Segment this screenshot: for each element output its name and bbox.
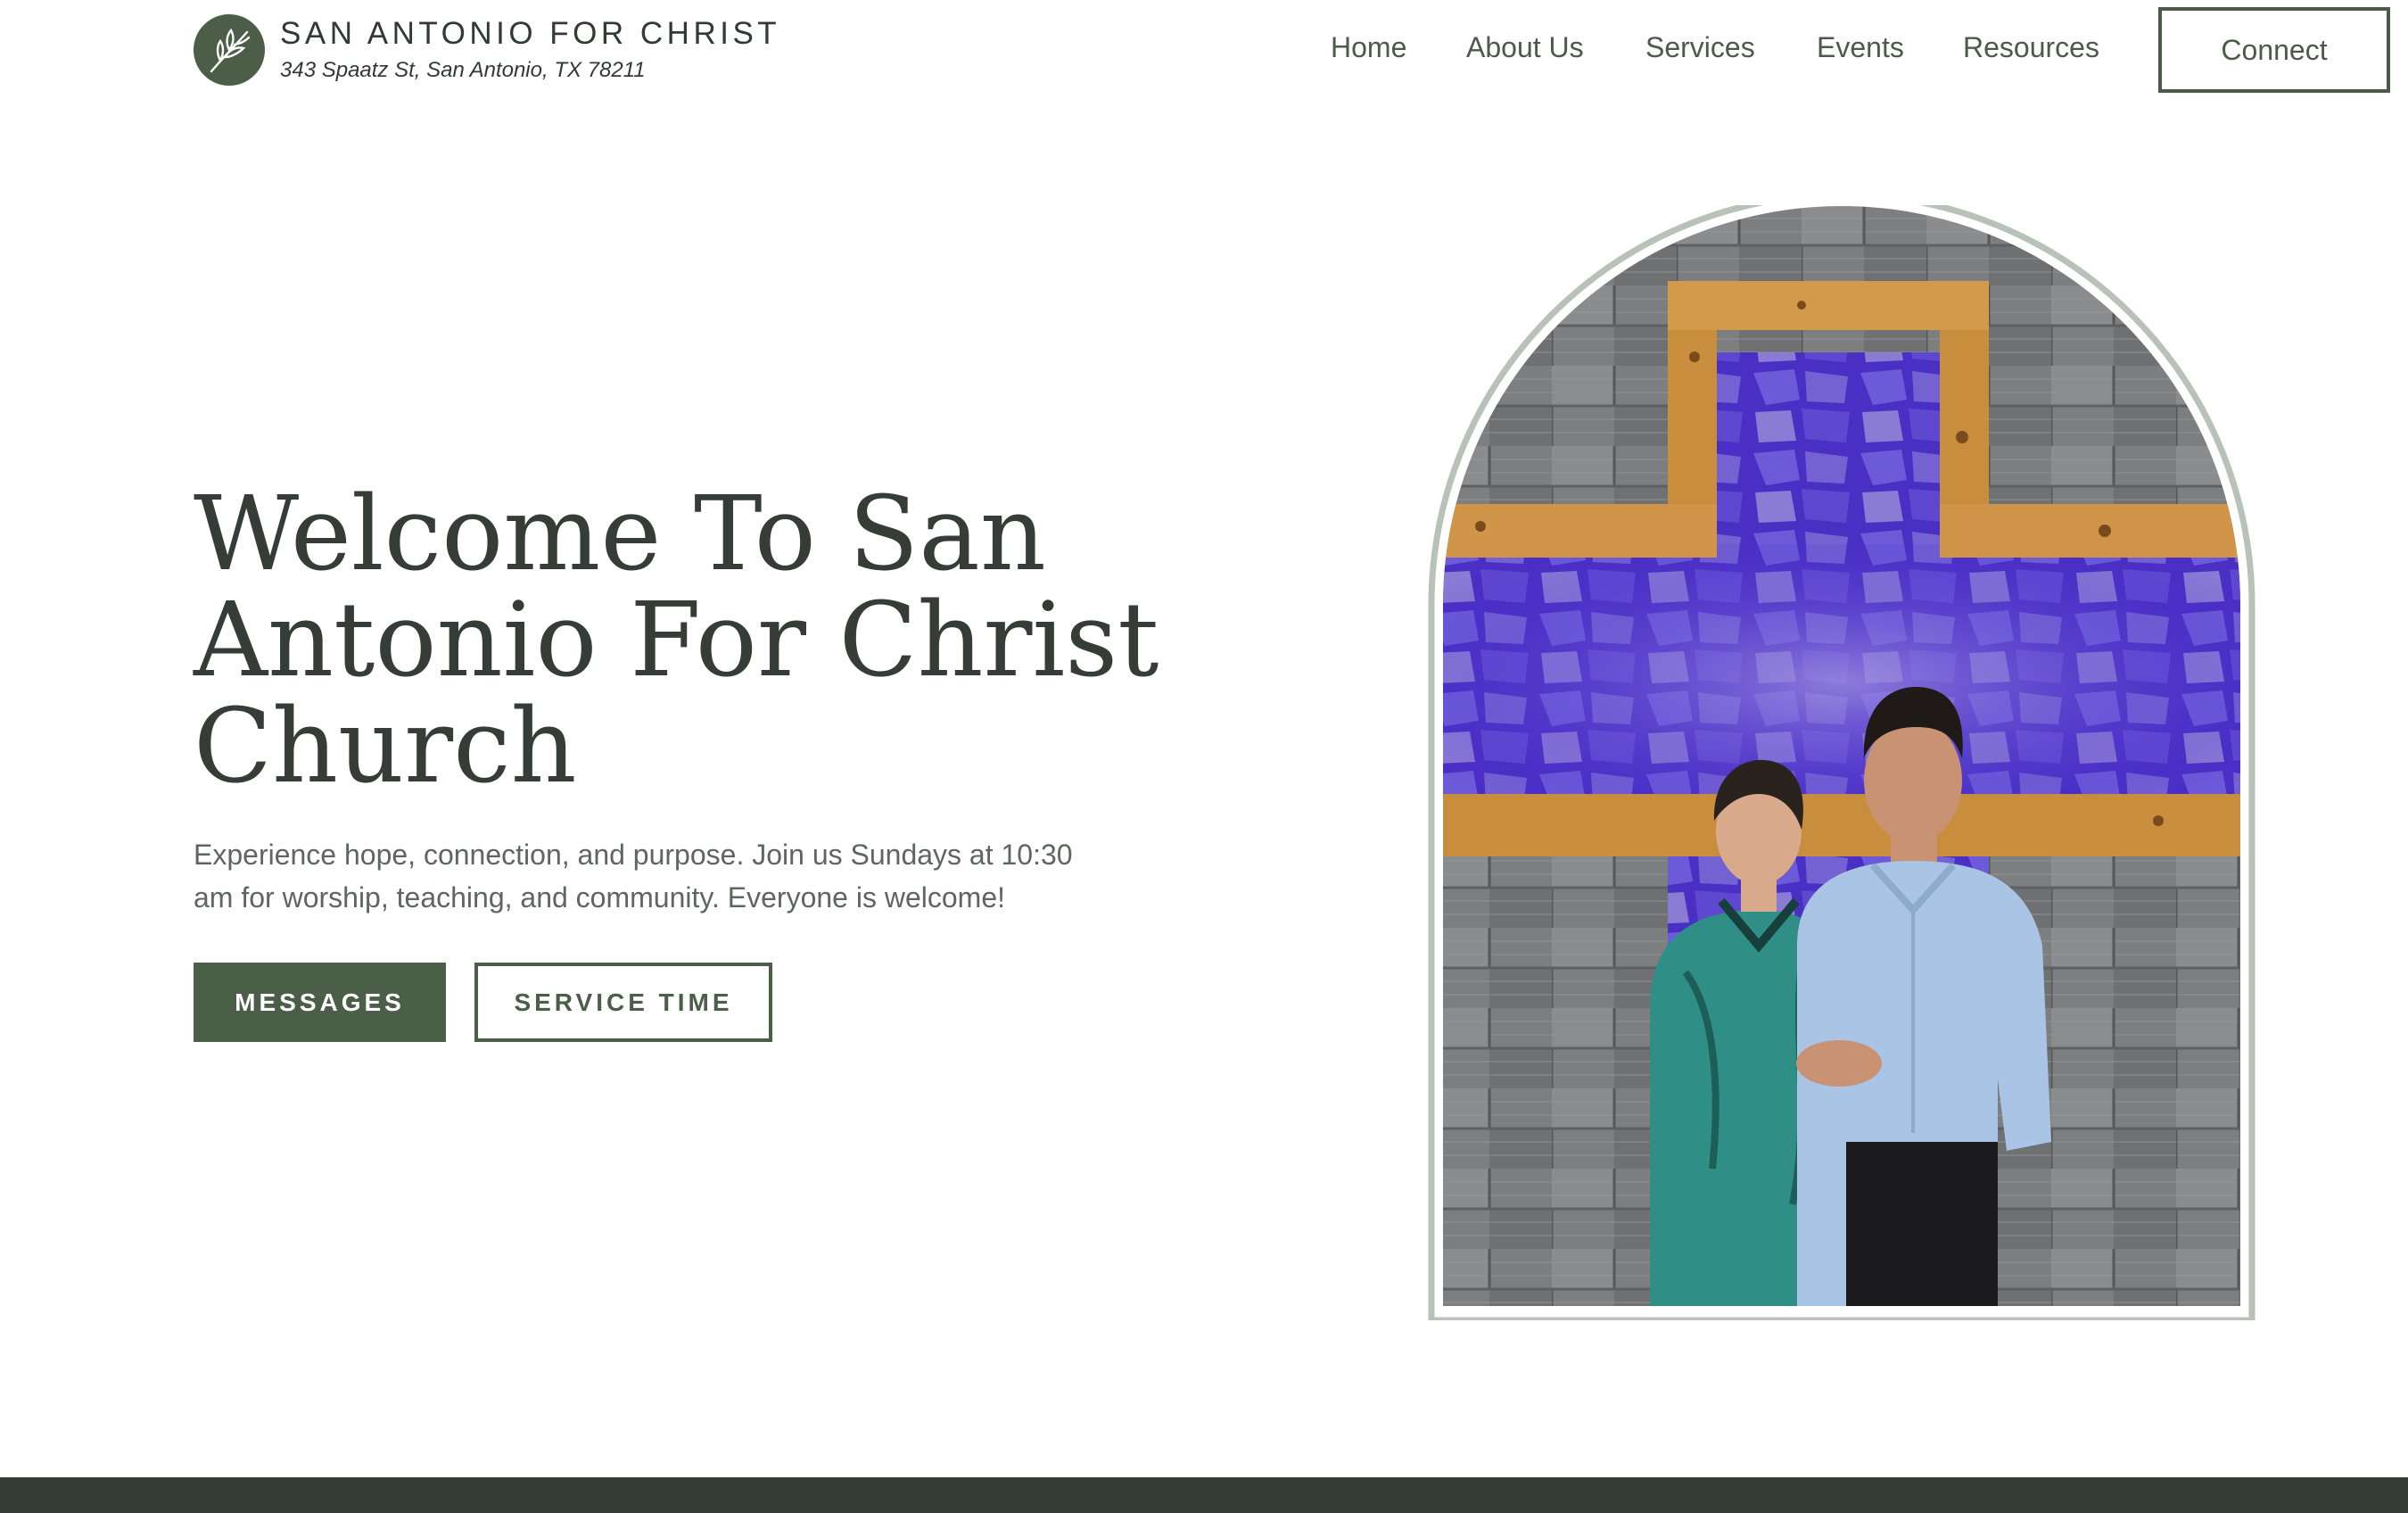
hero-photo xyxy=(1428,205,2255,1320)
service-time-button[interactable]: SERVICE TIME xyxy=(474,963,772,1042)
nav-about-us[interactable]: About Us xyxy=(1466,31,1584,64)
brand-name[interactable]: SAN ANTONIO FOR CHRIST xyxy=(280,16,780,52)
connect-button[interactable]: Connect xyxy=(2158,7,2390,93)
footer-bar xyxy=(0,1477,2408,1513)
leaf-sprig-icon xyxy=(210,28,251,73)
brand-address: 343 Spaatz St, San Antonio, TX 78211 xyxy=(280,58,646,82)
messages-button[interactable]: MESSAGES xyxy=(194,963,446,1042)
hero-description: Experience hope, connection, and purpose… xyxy=(194,839,1073,914)
hero-title: Welcome To San Antonio For Christ Church xyxy=(194,475,1159,806)
nav-home[interactable]: Home xyxy=(1331,31,1406,64)
nav-services[interactable]: Services xyxy=(1645,31,1755,64)
nav-resources[interactable]: Resources xyxy=(1963,31,2099,64)
site-logo[interactable] xyxy=(194,14,265,86)
nav-events[interactable]: Events xyxy=(1817,31,1904,64)
